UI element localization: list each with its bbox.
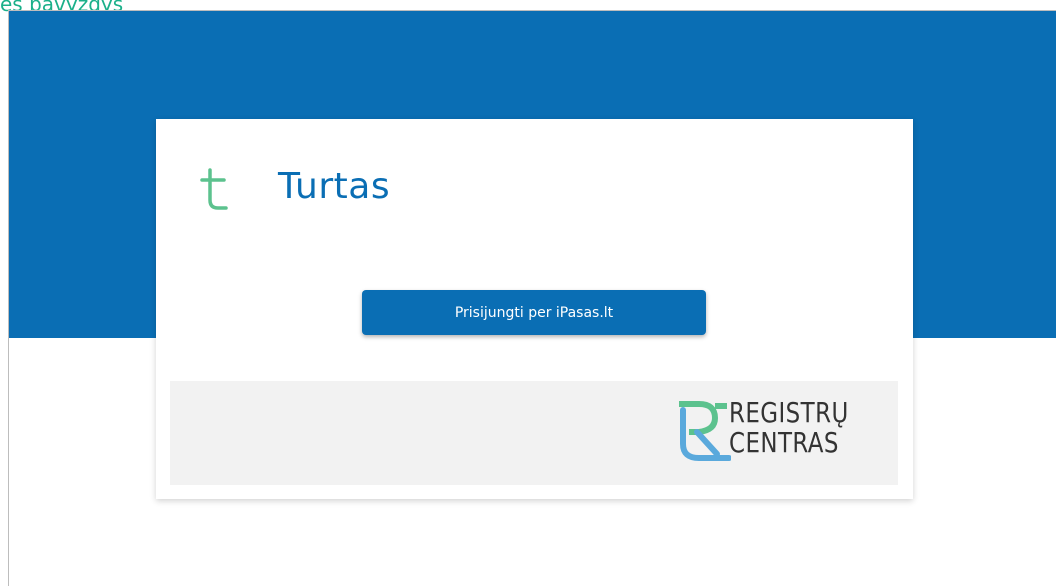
logo-line-1: REGISTRŲ [729,396,849,429]
registru-centras-logo: REGISTRŲ CENTRAS [675,398,875,468]
turtas-logo-icon [198,164,238,212]
login-card: Turtas Prisijungti per iPasas.lt REGISTR… [156,119,913,499]
login-ipasas-button[interactable]: Prisijungti per iPasas.lt [362,290,706,335]
logo-line-2: CENTRAS [729,426,839,459]
browser-viewport: Turtas Prisijungti per iPasas.lt REGISTR… [8,10,1056,586]
registru-centras-r-icon [675,400,732,464]
app-title: Turtas [278,166,391,207]
registru-centras-wordmark: REGISTRŲ CENTRAS [729,398,849,458]
card-footer: REGISTRŲ CENTRAS [170,381,898,485]
